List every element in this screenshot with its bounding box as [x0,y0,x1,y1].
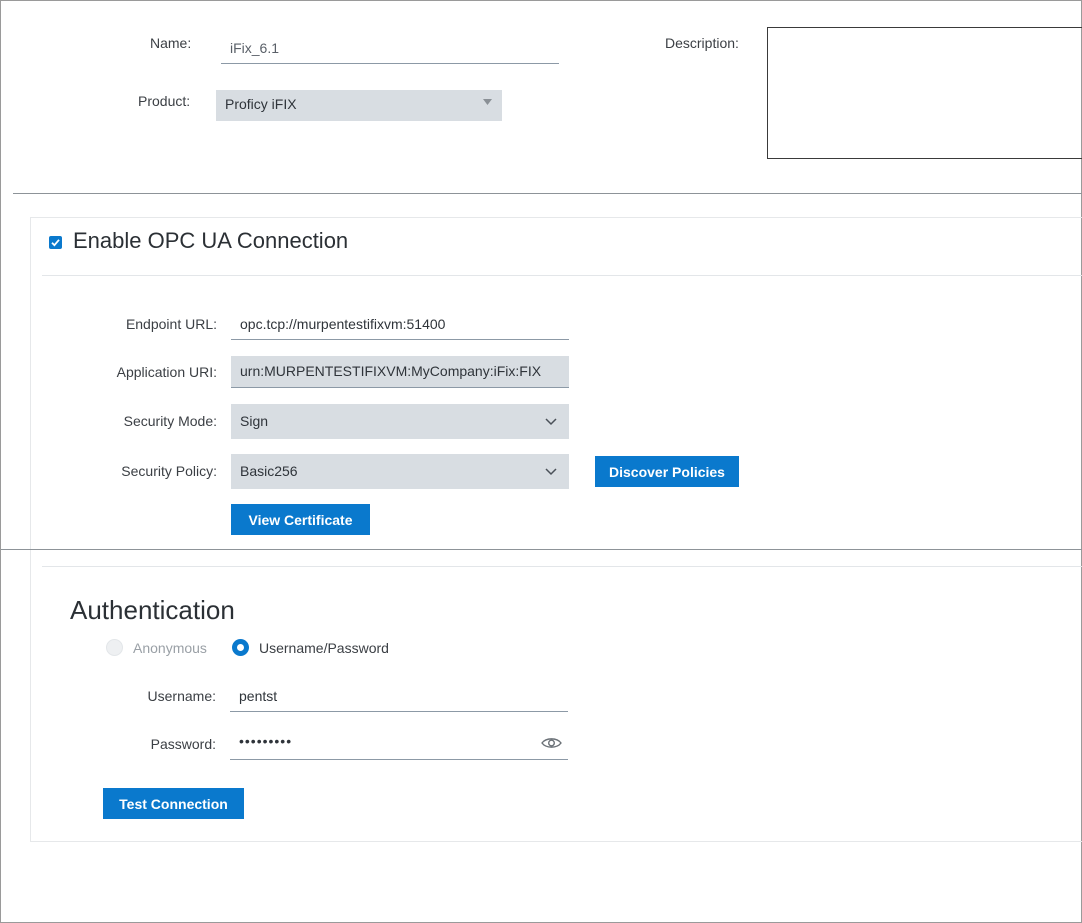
anonymous-radio[interactable] [106,639,123,656]
enable-opcua-label: Enable OPC UA Connection [73,228,349,253]
description-label: Description: [665,35,739,51]
endpoint-label: Endpoint URL: [125,316,217,332]
password-field[interactable]: ••••••••• [230,728,568,760]
checkmark-icon [51,239,60,247]
security-policy-label: Security Policy: [121,463,217,479]
enable-opcua-checkbox[interactable] [49,236,62,249]
username-input[interactable] [230,680,568,712]
security-mode-label: Security Mode: [123,413,217,429]
security-policy-value: Basic256 [240,463,298,479]
frame-divider [1,549,1082,550]
app-uri-field: urn:MURPENTESTIFIXVM:MyCompany:iFix:FIX [231,356,569,388]
auth-title: Authentication [70,595,235,625]
eye-icon[interactable] [541,736,562,750]
caret-down-icon [483,99,492,105]
password-label: Password: [150,736,216,752]
view-certificate-button[interactable]: View Certificate [231,504,370,535]
security-policy-select[interactable]: Basic256 [231,454,569,489]
radio-dot [237,644,244,651]
auth-divider [42,566,1082,567]
product-label: Product: [138,93,191,109]
app-uri-label: Application URI: [116,364,217,380]
chevron-down-icon [545,467,557,475]
section-divider [13,193,1082,194]
security-mode-select[interactable]: Sign [231,404,569,439]
chevron-down-icon [545,417,557,425]
username-label: Username: [147,688,216,704]
endpoint-input[interactable] [231,308,569,340]
description-textarea[interactable] [767,27,1082,159]
password-value: ••••••••• [239,733,293,749]
name-label: Name: [150,35,192,51]
discover-policies-button[interactable]: Discover Policies [595,456,739,487]
product-value: Proficy iFIX [225,96,297,112]
userpass-radio[interactable] [232,639,249,656]
test-connection-button[interactable]: Test Connection [103,788,244,819]
security-mode-value: Sign [240,413,269,429]
anonymous-label: Anonymous [133,640,207,656]
product-select[interactable]: Proficy iFIX [216,90,502,121]
name-input[interactable] [221,33,559,64]
panel-divider [42,275,1082,276]
userpass-label: Username/Password [259,640,389,656]
